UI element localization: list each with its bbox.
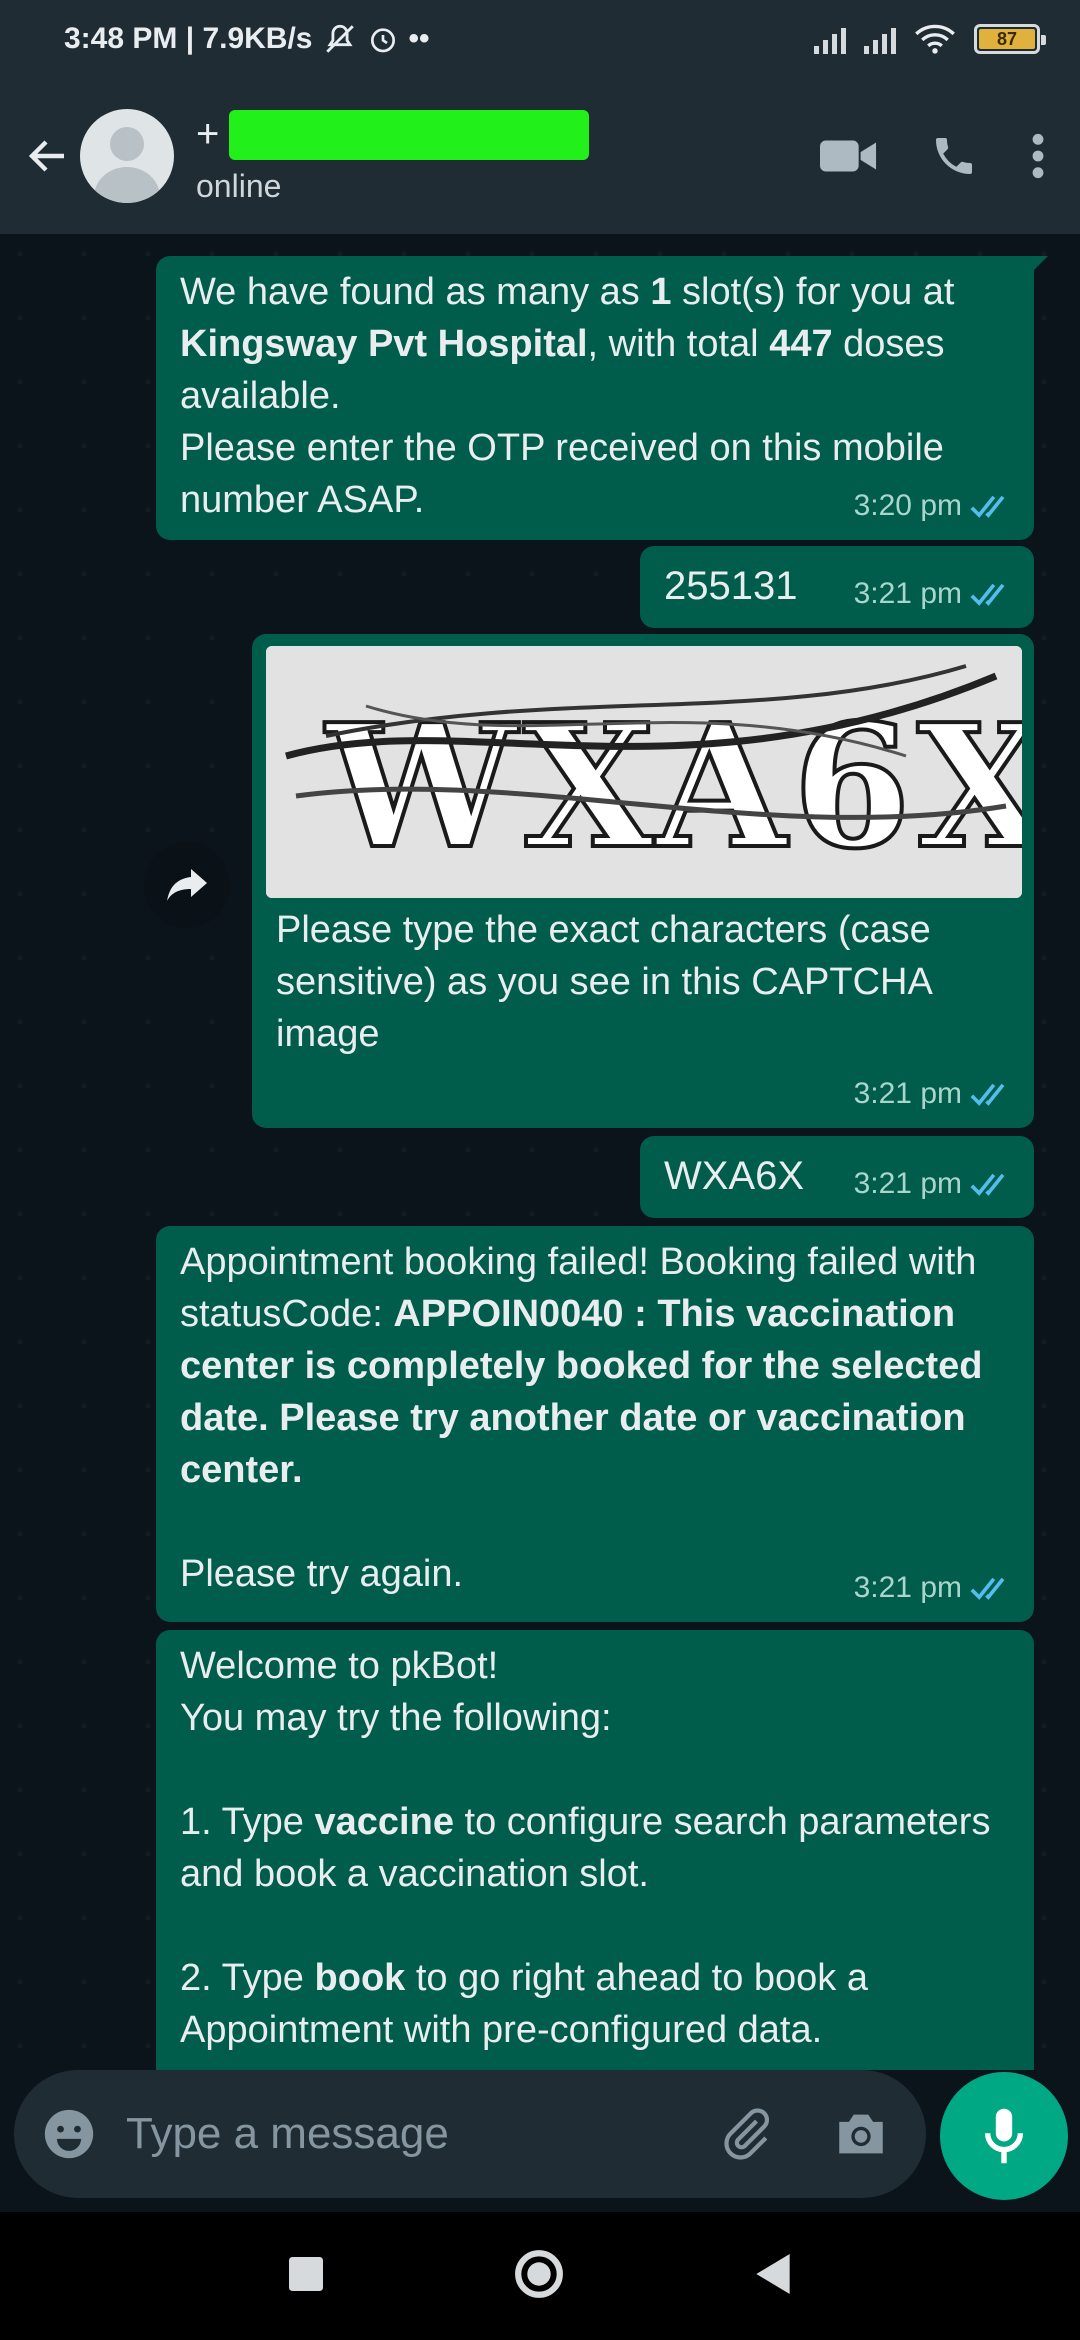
status-time-speed: 3:48 PM | 7.9KB/s	[64, 22, 313, 55]
message-time: 3:20 pm	[853, 489, 962, 522]
message-time: 3:21 pm	[853, 1571, 962, 1604]
system-nav-bar	[0, 2212, 1080, 2340]
circle-icon	[515, 2249, 563, 2298]
square-icon	[289, 2256, 323, 2291]
wifi-icon	[915, 24, 955, 54]
home-button[interactable]	[513, 2248, 565, 2305]
message-composer: Type a message	[14, 2070, 926, 2198]
video-call-icon[interactable]	[820, 136, 878, 176]
read-ticks-icon	[970, 1173, 1005, 1196]
message-meta: 3:21 pm	[854, 1562, 1014, 1614]
more-options-icon[interactable]	[1030, 131, 1046, 181]
read-ticks-icon	[970, 583, 1005, 606]
triangle-back-icon	[756, 2253, 790, 2294]
message-time: 3:21 pm	[853, 1077, 962, 1110]
camera-icon[interactable]	[832, 2108, 890, 2160]
status-bar: 3:48 PM | 7.9KB/s •• 87	[0, 0, 1080, 78]
read-ticks-icon	[970, 1083, 1005, 1106]
alarm-icon	[370, 28, 395, 53]
battery-icon: 87	[974, 24, 1046, 54]
message-time: 3:21 pm	[853, 577, 962, 610]
message-input[interactable]: Type a message	[126, 2109, 449, 2159]
message-meta: 3:21 pm	[854, 1068, 1014, 1120]
voice-message-button[interactable]	[940, 2072, 1068, 2200]
recents-button[interactable]	[289, 2256, 323, 2296]
forward-button[interactable]	[144, 842, 230, 928]
image-message-bubble[interactable]: WXA6X Please type the exact characters (…	[252, 634, 1034, 1128]
message-meta: 3:20 pm	[854, 480, 1014, 532]
message-meta: 3:21 pm	[854, 1158, 1014, 1210]
message-bubble[interactable]: WXA6X 3:21 pm	[640, 1136, 1034, 1218]
message-bubble[interactable]: Appointment booking failed! Booking fail…	[156, 1226, 1034, 1622]
redacted-phone-number	[229, 109, 590, 160]
contact-name-prefix: +	[196, 112, 220, 156]
voice-call-icon[interactable]	[930, 132, 978, 180]
microphone-icon	[984, 2108, 1024, 2164]
status-more-dots: ••	[408, 22, 430, 55]
contact-status: online	[196, 167, 282, 204]
back-button[interactable]	[20, 128, 76, 184]
chat-header: + online	[0, 78, 1080, 234]
read-ticks-icon	[970, 1577, 1005, 1600]
contact-name: +	[196, 108, 590, 162]
message-bubble[interactable]: We have found as many as 1 slot(s) for y…	[156, 256, 1048, 540]
message-text: Please type the exact characters (case s…	[276, 909, 931, 1055]
battery-level: 87	[979, 29, 1035, 49]
read-ticks-icon	[970, 495, 1005, 518]
forward-arrow-icon	[167, 869, 207, 901]
signal-icon	[814, 24, 846, 54]
captcha-image[interactable]: WXA6X	[266, 646, 1022, 898]
chat-area[interactable]: We have found as many as 1 slot(s) for y…	[0, 234, 1080, 2070]
attach-icon[interactable]	[718, 2106, 774, 2162]
back-nav-button[interactable]	[755, 2253, 791, 2299]
message-text: Welcome to pkBot! You may try the followi…	[180, 1645, 991, 2051]
avatar[interactable]	[80, 109, 174, 203]
message-text: Appointment booking failed! Booking fail…	[180, 1241, 983, 1595]
emoji-icon[interactable]	[40, 2105, 98, 2163]
contact-info[interactable]: + online	[196, 108, 590, 205]
mute-notification-icon	[325, 24, 354, 53]
signal-icon-2	[864, 24, 896, 54]
message-bubble[interactable]: 255131 3:21 pm	[640, 546, 1034, 628]
message-bubble[interactable]: Welcome to pkBot! You may try the followi…	[156, 1630, 1034, 2070]
message-time: 3:21 pm	[853, 1167, 962, 1200]
arrow-left-icon	[28, 140, 64, 172]
message-meta: 3:21 pm	[854, 568, 1014, 620]
